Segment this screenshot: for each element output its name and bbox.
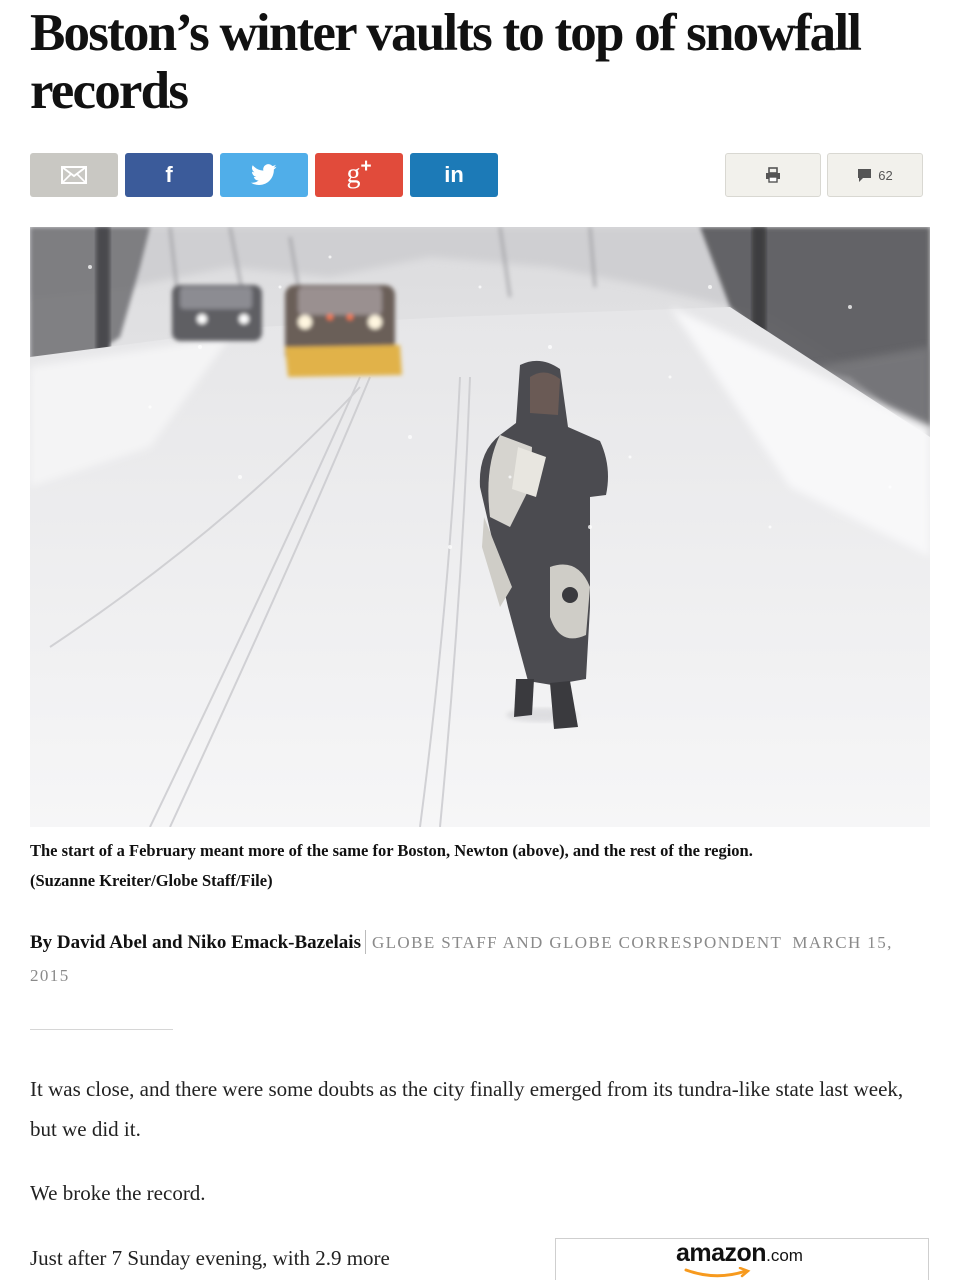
amazon-ad[interactable]: amazon.com xyxy=(555,1238,929,1280)
share-facebook-button[interactable]: f xyxy=(125,153,213,197)
comments-button[interactable]: 62 xyxy=(827,153,923,197)
amazon-brand-text: amazon xyxy=(676,1239,767,1267)
article-headline: Boston’s winter vaults to top of snowfal… xyxy=(30,4,862,120)
byline-authors[interactable]: By David Abel and Niko Emack-Bazelais xyxy=(30,932,361,953)
printer-icon xyxy=(766,167,780,183)
print-button[interactable] xyxy=(725,153,821,197)
article-paragraph: We broke the record. xyxy=(30,1181,206,1205)
linkedin-icon: in xyxy=(444,162,464,187)
caption-text: The start of a February meant more of th… xyxy=(30,841,753,860)
article-paragraph: It was close, and there were some doubts… xyxy=(30,1077,904,1141)
share-toolbar: f g+ in 62 xyxy=(30,153,923,197)
google-plus-icon: g+ xyxy=(346,156,372,190)
byline-rule xyxy=(30,1029,173,1030)
speech-bubble-icon xyxy=(858,168,872,182)
amazon-tld-text: .com xyxy=(766,1246,803,1265)
twitter-bird-icon xyxy=(251,164,277,185)
envelope-icon xyxy=(61,166,87,184)
byline: By David Abel and Niko Emack-Bazelais Glo… xyxy=(30,926,910,992)
photo-caption: The start of a February meant more of th… xyxy=(30,836,930,896)
share-googleplus-button[interactable]: g+ xyxy=(315,153,403,197)
share-linkedin-button[interactable]: in xyxy=(410,153,498,197)
byline-role: Globe Staff and Globe Correspondent xyxy=(371,933,783,952)
comment-count: 62 xyxy=(878,167,893,183)
facebook-icon: f xyxy=(165,162,173,187)
byline-divider xyxy=(364,929,366,954)
amazon-logo: amazon.com xyxy=(676,1239,816,1280)
share-twitter-button[interactable] xyxy=(220,153,308,197)
article-paragraph: Just after 7 Sunday evening, with 2.9 mo… xyxy=(30,1246,390,1270)
lead-photo xyxy=(30,227,930,827)
photo-credit: (Suzanne Kreiter/Globe Staff/File) xyxy=(30,871,273,890)
share-email-button[interactable] xyxy=(30,153,118,197)
amazon-smile-icon xyxy=(684,1267,751,1278)
